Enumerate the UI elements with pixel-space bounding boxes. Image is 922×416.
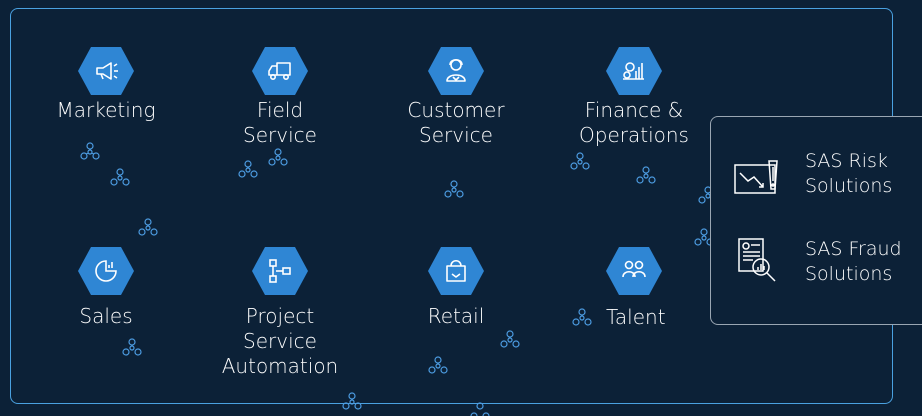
molecule-icon <box>138 218 158 236</box>
project-flow-icon <box>252 247 308 295</box>
sas-item-label: SAS Fraud Solutions <box>805 238 902 285</box>
module-label: Field Service <box>243 98 317 147</box>
molecule-icon <box>444 180 464 198</box>
molecule-icon <box>470 402 490 416</box>
module-label: Finance & Operations <box>579 98 689 147</box>
finance-icon <box>606 47 662 95</box>
module-label: Marketing <box>56 98 156 122</box>
solution-stage: Marketing Field Service Customer Service <box>0 0 922 416</box>
sales-chart-icon <box>78 247 134 295</box>
molecule-icon <box>80 142 100 160</box>
module-label: Sales <box>79 304 133 328</box>
module-label: Retail <box>427 304 485 328</box>
megaphone-icon <box>78 47 134 95</box>
agent-icon <box>428 47 484 95</box>
module-talent[interactable] <box>554 246 714 296</box>
molecule-icon <box>570 152 590 170</box>
molecule-icon <box>268 148 288 166</box>
talent-label-row: Talent <box>606 305 666 335</box>
module-project-service-automation[interactable]: Project Service Automation <box>200 246 360 379</box>
molecule-icon <box>238 160 258 178</box>
shopping-bag-icon <box>428 247 484 295</box>
module-customer-service[interactable]: Customer Service <box>376 46 536 148</box>
sas-fraud-solutions[interactable]: SAS Fraud Solutions <box>733 237 922 307</box>
molecule-icon <box>572 308 592 326</box>
sas-risk-solutions[interactable]: SAS Risk Solutions <box>733 149 922 219</box>
sas-solutions-box: SAS Risk Solutions SAS Fraud Solutions <box>710 116 922 325</box>
molecule-icon <box>122 338 142 356</box>
module-sales[interactable]: Sales <box>26 246 186 329</box>
molecule-icon <box>500 330 520 348</box>
molecule-icon <box>636 166 656 184</box>
truck-icon <box>252 47 308 95</box>
module-finance-operations[interactable]: Finance & Operations <box>554 46 714 148</box>
module-marketing[interactable]: Marketing <box>26 46 186 123</box>
molecule-icon <box>342 392 362 410</box>
molecule-icon <box>428 356 448 374</box>
module-retail[interactable]: Retail <box>376 246 536 329</box>
molecule-icon <box>110 168 130 186</box>
module-field-service[interactable]: Field Service <box>200 46 360 148</box>
sas-item-label: SAS Risk Solutions <box>805 150 893 197</box>
fraud-report-icon <box>738 238 776 282</box>
risk-monitor-icon <box>734 160 778 194</box>
module-label: Talent <box>606 305 666 329</box>
people-icon <box>606 247 662 295</box>
module-label: Customer Service <box>407 98 505 147</box>
module-label: Project Service Automation <box>221 304 339 378</box>
